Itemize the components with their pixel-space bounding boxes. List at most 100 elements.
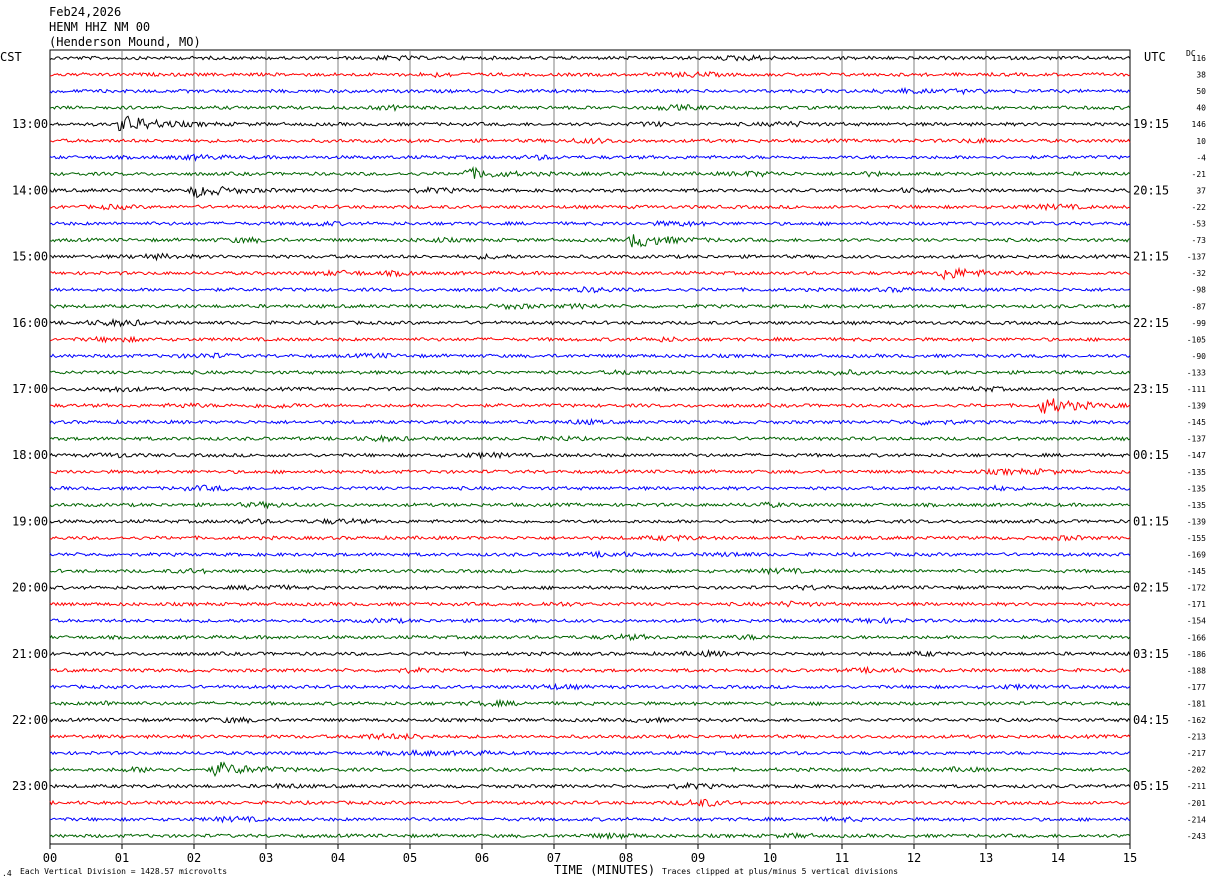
x-tick-label: 02 <box>187 851 201 865</box>
left-hour-label: 15:00 <box>12 250 48 264</box>
dc-offset-label: -111 <box>1187 385 1206 394</box>
dc-offset-label: 146 <box>1192 120 1207 129</box>
dc-offset-label: 116 <box>1192 54 1207 63</box>
seismic-trace <box>49 219 1131 228</box>
x-tick-label: 05 <box>403 851 417 865</box>
dc-offset-label: -139 <box>1187 517 1206 526</box>
plot-frame <box>49 49 1131 845</box>
dc-offset-label: -105 <box>1187 335 1206 344</box>
seismic-trace <box>49 54 1131 62</box>
seismic-trace <box>49 285 1131 294</box>
seismic-trace <box>49 103 1131 112</box>
seismic-trace <box>49 234 1131 248</box>
seismic-trace <box>49 153 1131 162</box>
vertical-scale-note: Each Vertical Division = 1428.57 microvo… <box>20 867 228 876</box>
seismic-trace <box>49 600 1131 608</box>
dc-offset-label: 50 <box>1196 87 1206 96</box>
x-tick-label: 09 <box>691 851 705 865</box>
left-hour-label: 22:00 <box>12 713 48 727</box>
dc-offset-label: -172 <box>1187 584 1206 593</box>
dc-offset-label: -73 <box>1192 236 1207 245</box>
seismic-trace <box>49 317 1131 328</box>
x-tick-label: 10 <box>763 851 777 865</box>
seismic-trace <box>49 417 1131 426</box>
seismic-trace <box>49 616 1131 625</box>
seismic-trace <box>49 352 1131 359</box>
dc-offset-label: -4 <box>1196 153 1206 162</box>
seismic-trace <box>49 166 1131 179</box>
right-hour-label: 21:15 <box>1133 250 1169 264</box>
seismic-trace <box>49 648 1131 658</box>
dc-offset-label: -213 <box>1187 733 1206 742</box>
dc-offset-label: -87 <box>1192 302 1207 311</box>
dc-offset-label: 38 <box>1196 71 1206 80</box>
seismic-trace <box>49 398 1131 414</box>
seismic-trace <box>49 467 1131 477</box>
dc-offset-label: -145 <box>1187 567 1206 576</box>
seismic-trace <box>49 584 1131 592</box>
left-hour-label: 17:00 <box>12 382 48 396</box>
dc-offset-label: -53 <box>1192 220 1207 229</box>
left-hour-label: 16:00 <box>12 316 48 330</box>
seismic-trace <box>49 517 1131 525</box>
seismic-trace <box>49 549 1131 559</box>
seismic-trace <box>49 567 1131 576</box>
clipping-note: Traces clipped at plus/minus 5 vertical … <box>662 867 899 876</box>
right-hour-label: 01:15 <box>1133 514 1169 528</box>
right-hour-label: 03:15 <box>1133 647 1169 661</box>
x-tick-label: 13 <box>979 851 993 865</box>
seismic-trace <box>49 369 1131 377</box>
dc-offset-label: 40 <box>1196 104 1206 113</box>
right-hour-label: 05:15 <box>1133 779 1169 793</box>
seismic-trace <box>49 451 1131 460</box>
dc-offset-label: -177 <box>1187 683 1206 692</box>
x-tick-label: 04 <box>331 851 345 865</box>
seismic-trace <box>49 115 1131 132</box>
right-hour-label: 02:15 <box>1133 581 1169 595</box>
right-hour-label: 22:15 <box>1133 316 1169 330</box>
left-hour-label: 18:00 <box>12 448 48 462</box>
dc-offset-label: -145 <box>1187 418 1206 427</box>
seismic-trace <box>49 500 1131 510</box>
seismic-trace <box>49 252 1131 262</box>
dc-offset-label: -214 <box>1187 815 1206 824</box>
x-tick-label: 06 <box>475 851 489 865</box>
dc-offset-label: -98 <box>1192 286 1207 295</box>
dc-offset-label: -21 <box>1192 170 1207 179</box>
dc-offset-label: -201 <box>1187 799 1206 808</box>
x-tick-label: 11 <box>835 851 849 865</box>
seismic-trace <box>49 798 1131 808</box>
dc-offset-label: -202 <box>1187 766 1206 775</box>
dc-offset-label: -169 <box>1187 551 1206 560</box>
x-tick-label: 01 <box>115 851 129 865</box>
seismic-trace <box>49 534 1131 543</box>
x-axis-title: TIME (MINUTES) <box>554 863 656 877</box>
dc-offset-label: -22 <box>1192 203 1207 212</box>
dc-offset-label: -32 <box>1192 269 1207 278</box>
x-tick-label: 15 <box>1123 851 1137 865</box>
dc-offset-label: -135 <box>1187 501 1206 510</box>
dc-offset-label: -155 <box>1187 534 1206 543</box>
seismic-trace <box>49 781 1131 791</box>
right-hour-label: 20:15 <box>1133 183 1169 197</box>
dc-offset-label: -147 <box>1187 451 1206 460</box>
seismic-trace <box>49 698 1131 709</box>
x-tick-label: 03 <box>259 851 273 865</box>
dc-offset-label: -90 <box>1192 352 1207 361</box>
dc-offset-label: -243 <box>1187 832 1206 841</box>
left-hour-label: 20:00 <box>12 581 48 595</box>
dc-offset-label: -186 <box>1187 650 1206 659</box>
seismic-trace <box>49 761 1131 778</box>
seismic-trace <box>49 302 1131 311</box>
dc-offset-label: -133 <box>1187 368 1206 377</box>
helicorder-plot: 00 01 02 03 04 05 06 07 08 09 10 11 12 13 14 1511638504… <box>12 49 1207 865</box>
seismic-trace <box>49 815 1131 824</box>
dc-offset-label: -211 <box>1187 782 1206 791</box>
seismic-trace <box>49 185 1131 199</box>
dc-offset-label: -181 <box>1187 699 1206 708</box>
left-hour-label: 14:00 <box>12 183 48 197</box>
x-tick-label: 14 <box>1051 851 1065 865</box>
seismic-trace <box>49 266 1131 281</box>
seismic-trace <box>49 665 1131 675</box>
dc-offset-label: -171 <box>1187 600 1206 609</box>
